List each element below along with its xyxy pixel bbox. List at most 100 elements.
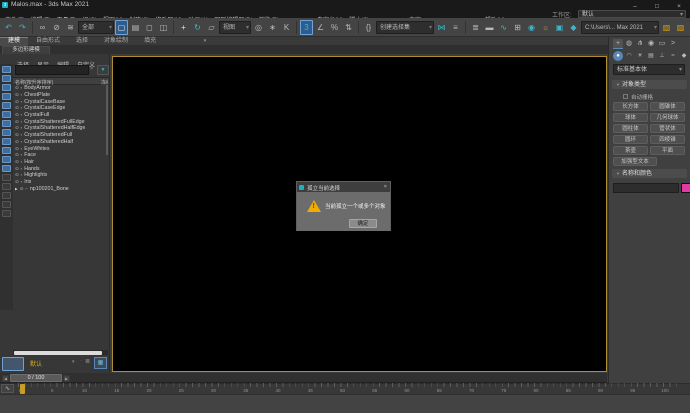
layer-list-icon[interactable]: ≣: [85, 358, 90, 365]
scene-explorer-row[interactable]: ⊙▪ChestPlate: [13, 92, 108, 99]
visibility-eye-icon[interactable]: ⊙: [15, 139, 19, 145]
visibility-eye-icon[interactable]: ⊙: [15, 146, 19, 152]
render-production-icon[interactable]: ◆: [567, 20, 580, 35]
mini-curve-editor-icon[interactable]: ∿: [1, 384, 14, 393]
ribbon-tab[interactable]: 选择: [68, 37, 96, 46]
display-filter-icon[interactable]: [2, 165, 11, 172]
display-filter-icon[interactable]: [2, 102, 11, 109]
display-filter-icon[interactable]: [2, 201, 11, 208]
ribbon-collapse-icon[interactable]: ▾: [200, 38, 210, 45]
display-filter-icon[interactable]: [2, 129, 11, 136]
object-type-button[interactable]: 圆柱体: [613, 124, 648, 133]
project-folder-dropdown[interactable]: C:\Users\... Max 2021▾: [581, 21, 659, 34]
visibility-eye-icon[interactable]: ⊙: [15, 92, 19, 98]
layer-manager-icon[interactable]: ≣: [469, 20, 482, 35]
project-new-icon[interactable]: ▧: [660, 20, 673, 35]
autogrid-checkbox[interactable]: [623, 94, 628, 99]
ribbon-tab[interactable]: 填充: [136, 37, 164, 46]
edit-named-selection-sets-icon[interactable]: {}: [362, 20, 375, 35]
select-and-rotate-icon[interactable]: ↻: [191, 20, 204, 35]
material-editor-icon[interactable]: ◉: [525, 20, 538, 35]
scene-explorer-row[interactable]: ⊙▪CrystalShatteredHalfEdge: [13, 125, 108, 132]
redo-icon[interactable]: ↷: [16, 20, 29, 35]
tab-motion-icon[interactable]: ◉: [646, 39, 656, 49]
select-and-move-icon[interactable]: +: [177, 20, 190, 35]
visibility-eye-icon[interactable]: ⊙: [15, 166, 19, 172]
visibility-eye-icon[interactable]: ⊙: [15, 132, 19, 138]
display-filter-icon[interactable]: [2, 156, 11, 163]
ribbon-subtab-polygon-modeling[interactable]: 多边形建模: [2, 46, 50, 54]
isolate-toggle-button[interactable]: [2, 357, 24, 371]
display-filter-icon[interactable]: [2, 93, 11, 100]
undo-icon[interactable]: ↶: [2, 20, 15, 35]
vertical-scrollbar[interactable]: [106, 85, 108, 155]
named-selection-sets-dropdown[interactable]: 创建选择集▾: [376, 21, 434, 34]
scene-explorer-row[interactable]: ⊙▪CrystalCaseEdge: [13, 105, 108, 112]
visibility-eye-icon[interactable]: ⊙: [15, 179, 19, 185]
dialog-title-bar[interactable]: 孤立当前选择 ×: [297, 182, 390, 192]
object-type-button[interactable]: 茶壶: [613, 146, 648, 155]
column-header-row[interactable]: 名称(按升序排序) 冻结: [13, 77, 108, 85]
horizontal-scrollbar-thumb[interactable]: [14, 351, 102, 355]
visibility-eye-icon[interactable]: ⊙: [15, 172, 19, 178]
scene-explorer-row[interactable]: ⊙▪CrystalShatteredFull: [13, 132, 108, 139]
search-clear-icon[interactable]: ×: [90, 66, 93, 72]
object-type-button[interactable]: 管状体: [650, 124, 685, 133]
ribbon-tab[interactable]: 建模: [0, 37, 28, 46]
tab-utilities-icon[interactable]: >: [668, 39, 678, 49]
display-filter-icon[interactable]: [2, 174, 11, 181]
snaps-toggle-3d-icon[interactable]: 3: [300, 20, 313, 35]
display-filter-icon[interactable]: [2, 192, 11, 199]
window-crossing-icon[interactable]: ◫: [157, 20, 170, 35]
object-type-button[interactable]: 圆环: [613, 135, 648, 144]
visibility-eye-icon[interactable]: ⊙: [15, 112, 19, 118]
scene-explorer-row[interactable]: ⊙▪CrystalShatteredFullEdge: [13, 118, 108, 125]
visibility-eye-icon[interactable]: ⊙: [15, 85, 19, 91]
reference-coordinate-system-dropdown[interactable]: 视图▾: [219, 21, 251, 34]
scene-explorer-row[interactable]: ⊙▪Face: [13, 152, 108, 159]
curve-editor-icon[interactable]: ∿: [497, 20, 510, 35]
search-input[interactable]: [15, 65, 89, 75]
selection-filter-dropdown[interactable]: 全部▾: [78, 21, 114, 34]
toggle-ribbon-icon[interactable]: ▬: [483, 20, 496, 35]
previous-frame-button[interactable]: ◀: [2, 375, 9, 382]
visibility-eye-icon[interactable]: ⊙: [15, 152, 19, 158]
scene-explorer-row[interactable]: ⊙▪Iris: [13, 179, 108, 186]
display-filter-icon[interactable]: [2, 147, 11, 154]
object-name-field[interactable]: [613, 183, 679, 193]
align-icon[interactable]: ≡: [449, 20, 462, 35]
object-type-button[interactable]: 几何球体: [650, 113, 685, 122]
visibility-eye-icon[interactable]: ⊙: [15, 159, 19, 165]
select-and-scale-icon[interactable]: ▱: [205, 20, 218, 35]
scene-explorer-row[interactable]: ⊙▪CrystalFull: [13, 112, 108, 119]
scene-explorer-row[interactable]: ⊙▪Highlights: [13, 172, 108, 179]
display-filter-icon[interactable]: [2, 183, 11, 190]
rollout-object-type[interactable]: ▼对象类型: [612, 80, 687, 89]
category-spacewarps-icon[interactable]: ≈: [668, 51, 678, 61]
rollout-name-color[interactable]: ▼名称和颜色: [612, 169, 687, 178]
schematic-view-icon[interactable]: ⊞: [511, 20, 524, 35]
workspace-dropdown[interactable]: 默认▾: [578, 10, 686, 18]
category-helpers-icon[interactable]: ⊥: [657, 51, 667, 61]
select-and-link-icon[interactable]: ∞: [36, 20, 49, 35]
spinner-snap-toggle-icon[interactable]: ⇅: [342, 20, 355, 35]
category-systems-icon[interactable]: ◆: [679, 51, 689, 61]
display-filter-icon[interactable]: [2, 120, 11, 127]
display-filter-icon[interactable]: [2, 138, 11, 145]
tab-create-icon[interactable]: +: [613, 39, 623, 49]
select-by-name-icon[interactable]: ▤: [129, 20, 142, 35]
bind-to-space-warp-icon[interactable]: ≋: [64, 20, 77, 35]
visibility-eye-icon[interactable]: ⊙: [15, 99, 19, 105]
tab-display-icon[interactable]: ▭: [657, 39, 667, 49]
object-type-button[interactable]: 球体: [613, 113, 648, 122]
select-object-icon[interactable]: ▢: [115, 20, 128, 35]
next-frame-button[interactable]: ▶: [63, 375, 70, 382]
scene-explorer-row[interactable]: ▶⊙⌐np100201_Bone: [13, 185, 108, 192]
scene-explorer-row[interactable]: ⊙▪EyeWhites: [13, 145, 108, 152]
visibility-eye-icon[interactable]: ⊙: [15, 125, 19, 131]
project-open-icon[interactable]: ▨: [674, 20, 687, 35]
object-category-dropdown[interactable]: 标准基本体▾: [613, 64, 685, 75]
display-filter-icon[interactable]: [2, 75, 11, 82]
use-pivot-point-center-icon[interactable]: ◎: [252, 20, 265, 35]
expand-arrow-icon[interactable]: ▶: [15, 186, 18, 192]
